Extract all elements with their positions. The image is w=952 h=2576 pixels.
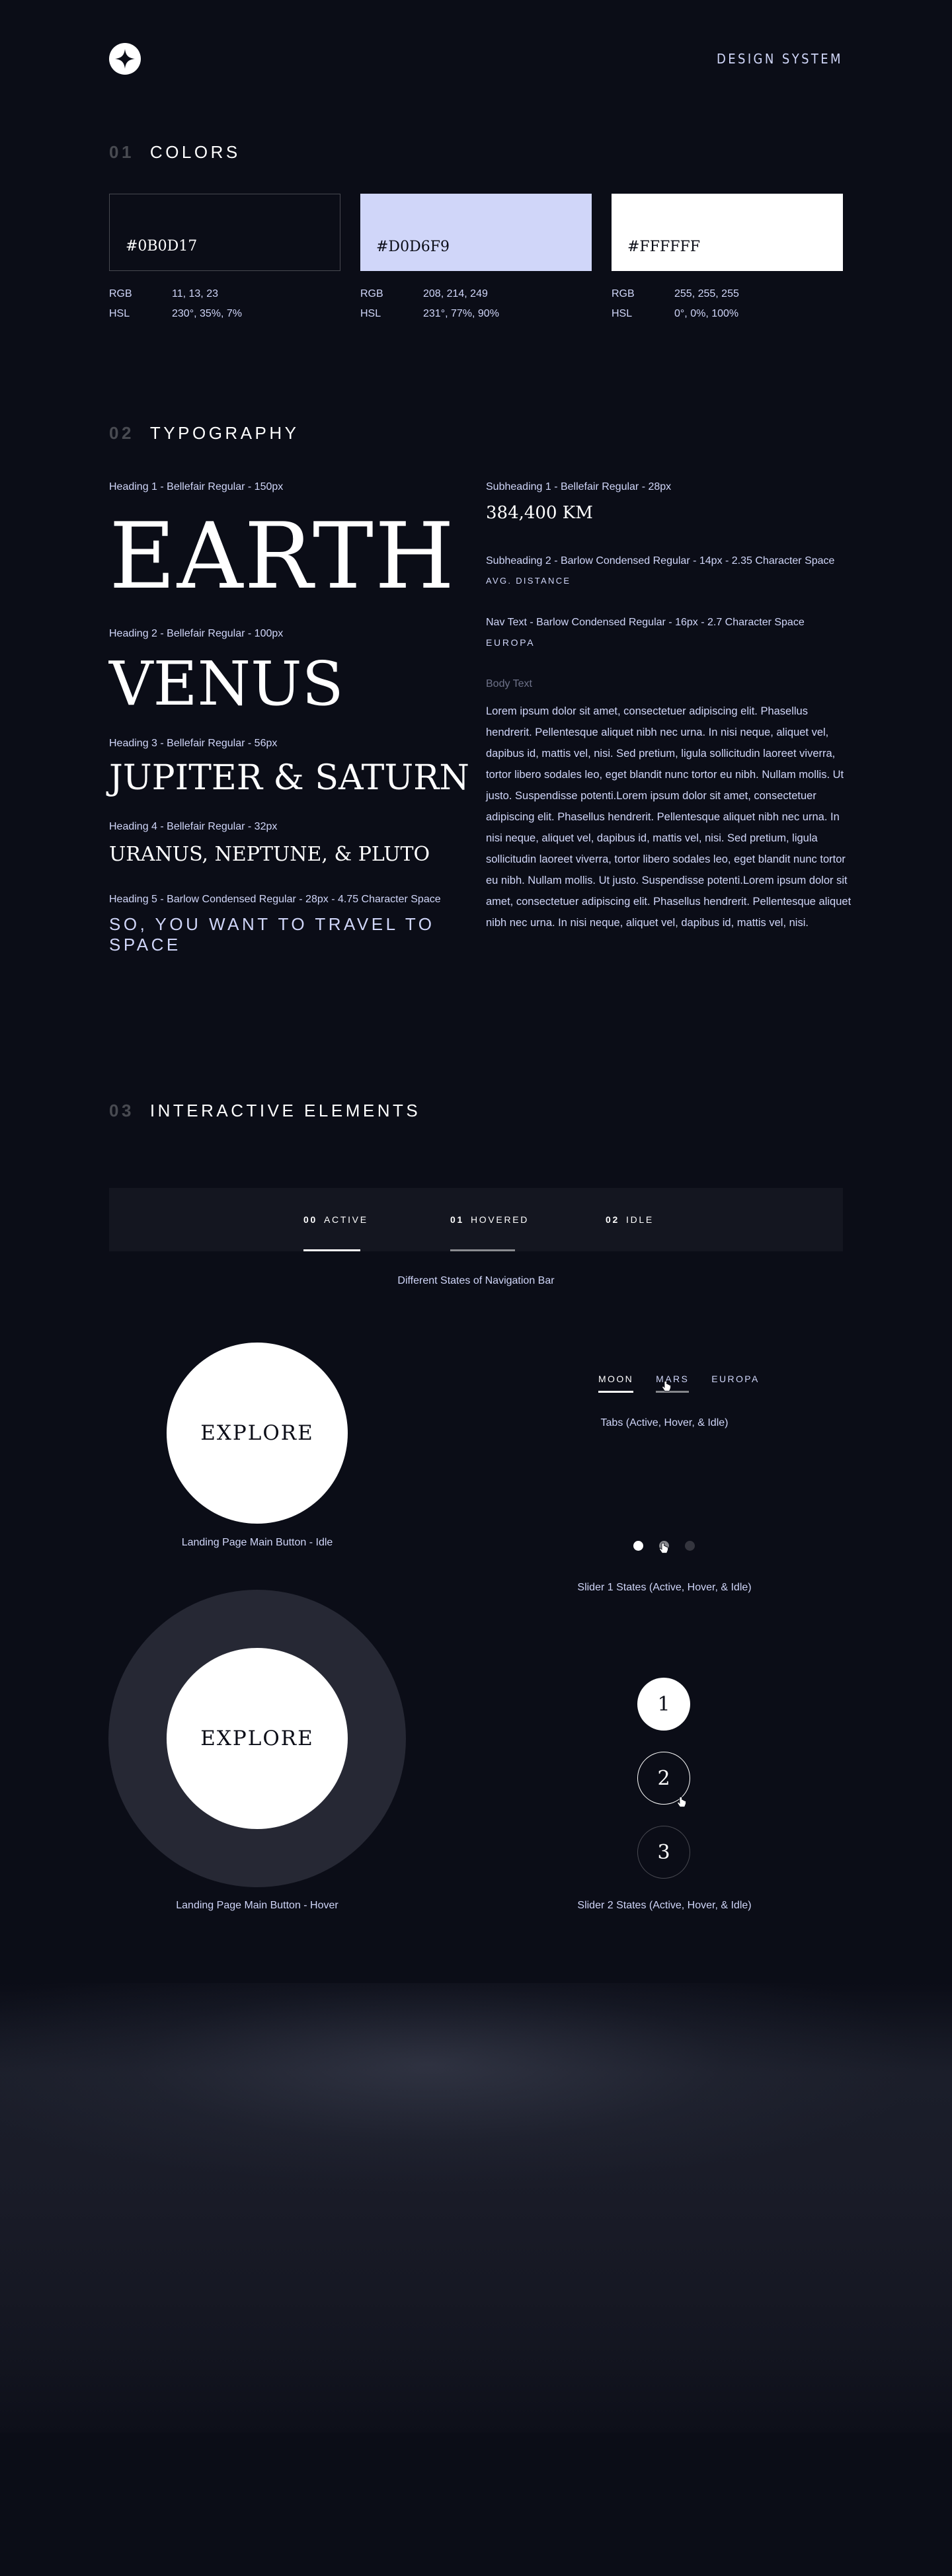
rgb-value: 255, 255, 255: [674, 288, 739, 299]
explore-button-label: EXPLORE: [200, 1421, 314, 1445]
section-heading: TYPOGRAPHY: [149, 423, 299, 443]
heading-2-sample: VENUS: [109, 648, 344, 719]
hsl-label: HSL: [612, 308, 633, 319]
nav-item-hovered[interactable]: 01 HOVERED: [450, 1188, 529, 1251]
tabs-demo: MOON MARS EUROPA: [598, 1374, 760, 1393]
swatch-dark-column: #0B0D17 RGB 11, 13, 23 HSL 230°, 35%, 7%: [109, 194, 340, 324]
swatch-white-column: #FFFFFF RGB 255, 255, 255 HSL 0°, 0%, 100%: [612, 194, 843, 324]
nav-text-sample: EUROPA: [486, 637, 536, 648]
typography-headings: Heading 1 - Bellefair Regular - 150px EA…: [109, 481, 479, 955]
colors-section-title: 01 COLORS: [109, 142, 843, 163]
section-number: 02: [109, 423, 134, 443]
body-spec-label: Body Text: [486, 678, 532, 689]
heading-5-sample: SO, YOU WANT TO TRAVEL TO SPACE: [109, 914, 435, 955]
star-logo-icon[interactable]: [109, 43, 141, 75]
rgb-label: RGB: [109, 288, 132, 299]
slider-button-1[interactable]: 1: [637, 1678, 690, 1731]
swatch-light: #D0D6F9: [360, 194, 592, 271]
typography-subheadings: Subheading 1 - Bellefair Regular - 28px …: [486, 481, 863, 933]
body-text-sample: Lorem ipsum dolor sit amet, consectetuer…: [486, 705, 852, 929]
star-icon: [115, 49, 135, 69]
tab-europa[interactable]: EUROPA: [711, 1374, 760, 1393]
slider-dot-active[interactable]: [633, 1541, 643, 1551]
slider-2-caption: Slider 2 States (Active, Hover, & Idle): [577, 1900, 752, 1911]
swatch-dark: #0B0D17: [109, 194, 340, 271]
h3-spec-label: Heading 3 - Bellefair Regular - 56px: [109, 738, 278, 749]
nav-spec-label: Nav Text - Barlow Condensed Regular - 16…: [486, 617, 805, 628]
rgb-value: 11, 13, 23: [172, 288, 218, 299]
subheading-1-sample: 384,400 KM: [486, 503, 593, 523]
nav-item-number: 02: [606, 1214, 619, 1225]
section-number: 03: [109, 1101, 134, 1120]
slider-1-caption: Slider 1 States (Active, Hover, & Idle): [577, 1582, 752, 1593]
heading-1-sample: EARTH: [109, 503, 456, 609]
hsl-value: 231°, 77%, 90%: [423, 308, 499, 319]
sub1-spec-label: Subheading 1 - Bellefair Regular - 28px: [486, 481, 672, 492]
earth-background-image: [0, 1983, 952, 2433]
slider-dot-idle[interactable]: [685, 1541, 695, 1551]
h2-spec-label: Heading 2 - Bellefair Regular - 100px: [109, 628, 284, 639]
hover-underline: [450, 1249, 515, 1251]
explore-button-hover-inner: EXPLORE: [167, 1648, 348, 1829]
hsl-value: 0°, 0%, 100%: [674, 308, 739, 319]
color-meta: RGB 11, 13, 23 HSL 230°, 35%, 7%: [109, 284, 340, 324]
slider-button-3[interactable]: 3: [637, 1826, 690, 1879]
h1-spec-label: Heading 1 - Bellefair Regular - 150px: [109, 481, 284, 492]
h4-spec-label: Heading 4 - Bellefair Regular - 32px: [109, 821, 278, 832]
typography-section-title: 02 TYPOGRAPHY: [109, 423, 843, 444]
hand-cursor-icon: [676, 1797, 686, 1807]
sub2-spec-label: Subheading 2 - Barlow Condensed Regular …: [486, 555, 835, 566]
color-swatches: #0B0D17 RGB 11, 13, 23 HSL 230°, 35%, 7% #…: [109, 194, 843, 324]
page-footer-background: [0, 2433, 952, 2576]
subheading-2-sample: AVG. DISTANCE: [486, 576, 571, 586]
explore-button-idle[interactable]: EXPLORE: [167, 1343, 348, 1524]
section-heading: COLORS: [149, 142, 241, 162]
rgb-value: 208, 214, 249: [423, 288, 488, 299]
nav-item-number: 00: [303, 1214, 317, 1225]
nav-item-idle[interactable]: 02 IDLE: [606, 1188, 654, 1251]
design-system-label: DESIGN SYSTEM: [717, 51, 843, 67]
section-heading: INTERACTIVE ELEMENTS: [149, 1101, 421, 1120]
explore-button-hover[interactable]: EXPLORE: [108, 1590, 406, 1887]
nav-item-label: IDLE: [625, 1214, 654, 1225]
swatch-white: #FFFFFF: [612, 194, 843, 271]
interactive-section-title: 03 INTERACTIVE ELEMENTS: [109, 1101, 843, 1121]
slider-2-buttons: 1 2 3: [637, 1678, 690, 1900]
color-meta: RGB 208, 214, 249 HSL 231°, 77%, 90%: [360, 284, 592, 324]
color-meta: RGB 255, 255, 255 HSL 0°, 0%, 100%: [612, 284, 843, 324]
section-number: 01: [109, 142, 134, 162]
hsl-label: HSL: [109, 308, 130, 319]
nav-item-number: 01: [450, 1214, 464, 1225]
nav-item-active[interactable]: 00 ACTIVE: [303, 1188, 368, 1251]
rgb-label: RGB: [360, 288, 383, 299]
explore-hover-caption: Landing Page Main Button - Hover: [176, 1900, 338, 1911]
explore-button-label: EXPLORE: [200, 1727, 314, 1750]
tabs-caption: Tabs (Active, Hover, & Idle): [600, 1417, 729, 1428]
hand-cursor-icon: [661, 1381, 671, 1391]
nav-item-label: HOVERED: [470, 1214, 530, 1225]
tab-moon[interactable]: MOON: [598, 1374, 634, 1393]
rgb-label: RGB: [612, 288, 635, 299]
heading-3-sample: JUPITER & SATURN: [109, 758, 469, 798]
hsl-label: HSL: [360, 308, 381, 319]
explore-idle-caption: Landing Page Main Button - Idle: [181, 1537, 333, 1548]
header: DESIGN SYSTEM: [109, 42, 843, 75]
nav-bar-caption: Different States of Navigation Bar: [397, 1275, 555, 1286]
swatch-light-column: #D0D6F9 RGB 208, 214, 249 HSL 231°, 77%, 9…: [360, 194, 592, 324]
navigation-bar: 00 ACTIVE 01 HOVERED 02 IDLE: [109, 1188, 843, 1251]
h5-spec-label: Heading 5 - Barlow Condensed Regular - 2…: [109, 894, 441, 905]
hand-cursor-icon: [658, 1543, 668, 1553]
nav-item-label: ACTIVE: [323, 1214, 368, 1225]
active-underline: [303, 1249, 360, 1251]
hsl-value: 230°, 35%, 7%: [172, 308, 243, 319]
heading-4-sample: URANUS, NEPTUNE, & PLUTO: [109, 843, 430, 866]
